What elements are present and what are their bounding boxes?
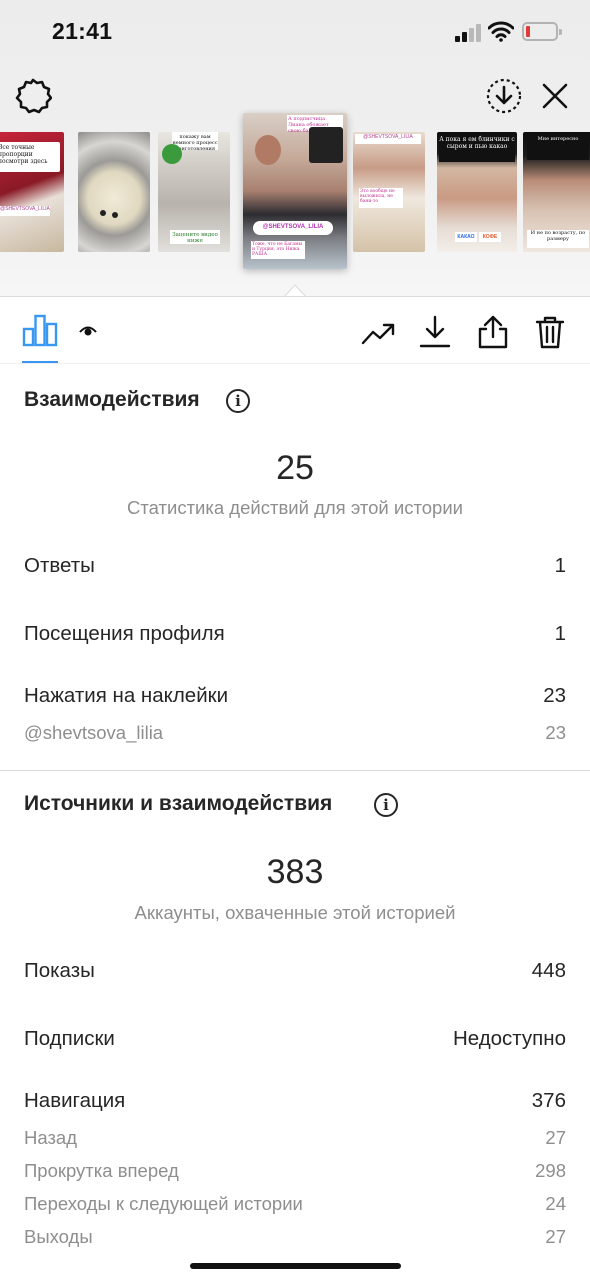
next-story-label: Переходы к следующей истории (24, 1193, 303, 1214)
reach-caption: Аккаунты, охваченные этой историей (134, 902, 456, 923)
exits-value: 27 (545, 1226, 566, 1247)
battery-icon (522, 22, 562, 41)
sticker-taps-label: Нажатия на наклейки (24, 684, 229, 707)
thumbnail-tag: @SHEVTSOVA_LILIA (0, 206, 50, 216)
cellular-signal-icon (455, 24, 483, 42)
back-value: 27 (545, 1127, 566, 1148)
interactions-info-icon[interactable]: i (226, 389, 250, 413)
thumbnail-caption: Зацените видео ниже (170, 230, 220, 244)
thumbnail-caption: А пока я ем блинчики с сыром и пью какао (439, 136, 515, 162)
story-thumbnail-selected[interactable]: А подписчица Лиана обожает свою баню @SH… (243, 113, 347, 269)
discovery-info-icon[interactable]: i (374, 793, 398, 817)
impressions-value: 448 (531, 959, 566, 982)
next-story-value: 24 (545, 1193, 566, 1214)
thumbnail-tag: @SHEVTSOVA_LILIA (253, 221, 333, 235)
sticker-mention-label: @shevtsova_lilia (24, 722, 164, 743)
thumbnail-bottom-caption: И не по возрасту, по размеру (527, 230, 589, 248)
story-thumbnail[interactable] (78, 132, 150, 252)
close-icon[interactable] (539, 80, 571, 112)
thumbnail-caption: Это вообще не выложила, не бани-то (359, 188, 403, 208)
trash-icon[interactable] (533, 315, 567, 349)
eye-icon[interactable] (78, 323, 98, 339)
status-bar: 21:41 (0, 0, 590, 64)
interactions-caption: Статистика действий для этой истории (127, 497, 463, 518)
wifi-icon (488, 21, 514, 42)
story-thumbnail[interactable]: покажу вам немного процесс приготовления… (158, 132, 230, 252)
forward-value: 298 (535, 1160, 566, 1181)
navigation-label: Навигация (24, 1089, 126, 1112)
thumbnail-tag: КАКАО (455, 232, 477, 242)
save-story-icon[interactable] (485, 77, 523, 115)
story-thumbnail[interactable]: А пока я ем блинчики с сыром и пью какао… (437, 132, 517, 252)
share-icon[interactable] (476, 315, 510, 349)
reach-total: 383 (266, 853, 324, 891)
discovery-title: Источники и взаимодействия (24, 792, 333, 815)
trending-up-icon[interactable] (361, 315, 395, 349)
status-time: 21:41 (52, 18, 113, 44)
thumbnail-tag: @SHEVTSOVA_LILIA (355, 134, 421, 144)
thumbnail-caption: Все точные пропорции посмотри здесь (0, 142, 60, 172)
sticker-mention-value: 23 (545, 722, 566, 743)
story-thumbnail[interactable]: @SHEVTSOVA_LILIA Это вообще не выложила,… (353, 132, 425, 252)
thumbnail-tag: КОФЕ (479, 232, 501, 242)
follows-value: Недоступно (452, 1027, 566, 1050)
interactions-title: Взаимодействия (24, 388, 200, 411)
replies-label: Ответы (24, 554, 95, 577)
navigation-value: 376 (531, 1089, 566, 1112)
replies-value: 1 (554, 554, 566, 577)
thumbnail-caption: Мне интересно (527, 136, 589, 160)
story-thumbnail[interactable]: Все точные пропорции посмотри здесь @SHE… (0, 132, 64, 252)
story-header-area: 21:41 Все точные пропорции посмотри здес… (0, 0, 590, 296)
back-label: Назад (24, 1127, 78, 1148)
profile-visits-label: Посещения профиля (24, 622, 225, 645)
bar-chart-icon[interactable] (22, 313, 58, 347)
settings-gear-icon[interactable] (14, 77, 52, 115)
active-tab-indicator (22, 361, 58, 363)
story-insights-toolbar (0, 296, 590, 364)
profile-visits-value: 1 (554, 622, 566, 645)
download-icon[interactable] (418, 315, 452, 349)
section-divider (0, 770, 590, 771)
follows-label: Подписки (24, 1027, 115, 1050)
story-thumbnail[interactable]: Мне интересно И не по возрасту, по разме… (523, 132, 590, 252)
impressions-label: Показы (24, 959, 95, 982)
thumbnail-bottom-caption: Тоже, что не Багамы и Турция, это Нижа Р… (251, 241, 305, 259)
home-indicator[interactable] (190, 1263, 401, 1269)
exits-label: Выходы (24, 1226, 93, 1247)
interactions-total: 25 (276, 449, 314, 487)
sticker-taps-value: 23 (543, 684, 566, 707)
story-thumbnail-strip[interactable]: Все точные пропорции посмотри здесь @SHE… (0, 113, 590, 273)
forward-label: Прокрутка вперед (24, 1160, 179, 1181)
